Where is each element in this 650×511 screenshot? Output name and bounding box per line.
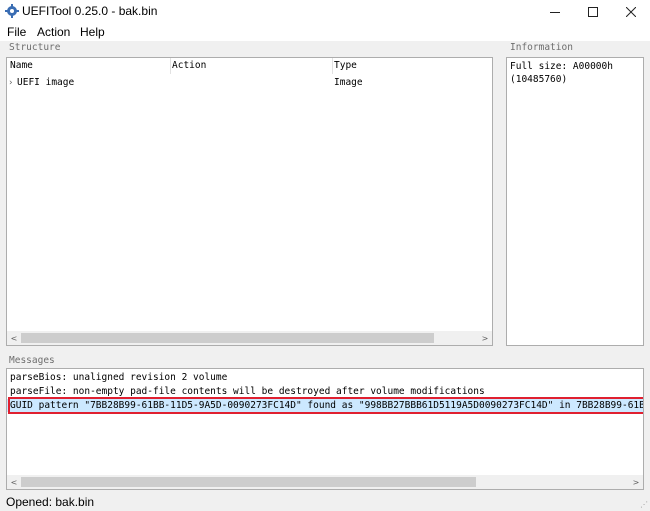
- structure-horizontal-scrollbar[interactable]: < >: [7, 331, 492, 345]
- menu-file[interactable]: File: [7, 25, 26, 39]
- column-header-type[interactable]: Type: [334, 58, 357, 74]
- tree-row-name: UEFI image: [17, 77, 75, 88]
- scrollbar-thumb[interactable]: [21, 477, 476, 487]
- minimize-button[interactable]: [535, 0, 575, 23]
- messages-horizontal-scrollbar[interactable]: < >: [7, 475, 643, 489]
- messages-label: Messages: [9, 355, 55, 366]
- title-bar: UEFITool 0.25.0 - bak.bin: [0, 0, 650, 23]
- maximize-button[interactable]: [573, 0, 613, 23]
- info-line: Full size: A00000h: [510, 61, 613, 72]
- minimize-icon: [550, 11, 560, 13]
- information-label: Information: [510, 42, 573, 53]
- resize-grip-icon[interactable]: ⋰: [640, 500, 648, 509]
- tree-row-type: Image: [334, 77, 363, 88]
- column-header-action[interactable]: Action: [172, 58, 206, 74]
- scroll-left-icon[interactable]: <: [7, 331, 21, 345]
- scrollbar-thumb[interactable]: [21, 333, 434, 343]
- menu-bar: File Action Help: [0, 23, 650, 41]
- gear-icon: [5, 4, 19, 18]
- menu-action[interactable]: Action: [37, 25, 70, 39]
- maximize-icon: [588, 6, 598, 17]
- scroll-left-icon[interactable]: <: [7, 475, 21, 489]
- column-divider: [170, 58, 171, 74]
- column-divider: [332, 58, 333, 74]
- highlight-box: [8, 397, 643, 414]
- info-line: (10485760): [510, 74, 568, 85]
- message-line[interactable]: parseBios: unaligned revision 2 volume: [10, 371, 227, 384]
- scroll-right-icon[interactable]: >: [629, 475, 643, 489]
- structure-tree[interactable]: Name Action Type › UEFI image Image < >: [6, 57, 493, 346]
- window-title: UEFITool 0.25.0 - bak.bin: [22, 4, 158, 18]
- messages-list[interactable]: parseBios: unaligned revision 2 volume p…: [6, 368, 644, 490]
- column-header-name[interactable]: Name: [10, 58, 33, 74]
- menu-help[interactable]: Help: [80, 25, 105, 39]
- scroll-right-icon[interactable]: >: [478, 331, 492, 345]
- close-icon: [626, 6, 636, 17]
- information-panel: Full size: A00000h (10485760): [506, 57, 644, 346]
- status-text: Opened: bak.bin: [6, 495, 95, 509]
- close-button[interactable]: [611, 0, 650, 23]
- chevron-right-icon[interactable]: ›: [8, 75, 13, 91]
- structure-label: Structure: [9, 42, 61, 53]
- status-bar: Opened: bak.bin ⋰: [0, 492, 650, 511]
